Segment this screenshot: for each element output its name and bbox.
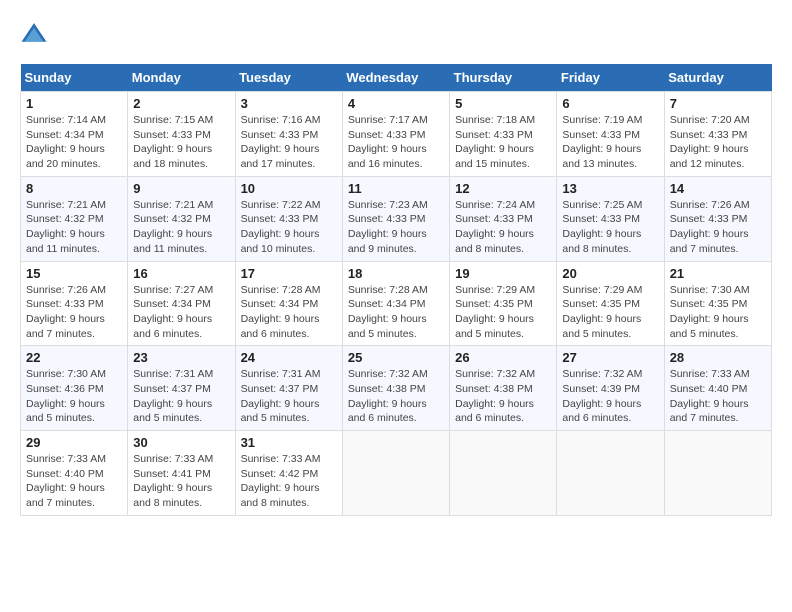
calendar-week-4: 29Sunrise: 7:33 AMSunset: 4:40 PMDayligh… — [21, 431, 772, 516]
table-row: 21Sunrise: 7:30 AMSunset: 4:35 PMDayligh… — [664, 261, 771, 346]
table-row: 19Sunrise: 7:29 AMSunset: 4:35 PMDayligh… — [450, 261, 557, 346]
col-header-thursday: Thursday — [450, 64, 557, 92]
table-row: 18Sunrise: 7:28 AMSunset: 4:34 PMDayligh… — [342, 261, 449, 346]
table-row: 4Sunrise: 7:17 AMSunset: 4:33 PMDaylight… — [342, 92, 449, 177]
table-row: 6Sunrise: 7:19 AMSunset: 4:33 PMDaylight… — [557, 92, 664, 177]
table-row: 16Sunrise: 7:27 AMSunset: 4:34 PMDayligh… — [128, 261, 235, 346]
table-row: 31Sunrise: 7:33 AMSunset: 4:42 PMDayligh… — [235, 431, 342, 516]
table-row: 1Sunrise: 7:14 AMSunset: 4:34 PMDaylight… — [21, 92, 128, 177]
calendar-week-3: 22Sunrise: 7:30 AMSunset: 4:36 PMDayligh… — [21, 346, 772, 431]
col-header-friday: Friday — [557, 64, 664, 92]
table-row: 27Sunrise: 7:32 AMSunset: 4:39 PMDayligh… — [557, 346, 664, 431]
table-row: 11Sunrise: 7:23 AMSunset: 4:33 PMDayligh… — [342, 176, 449, 261]
table-row — [557, 431, 664, 516]
calendar-header-row: SundayMondayTuesdayWednesdayThursdayFrid… — [21, 64, 772, 92]
table-row: 13Sunrise: 7:25 AMSunset: 4:33 PMDayligh… — [557, 176, 664, 261]
table-row: 24Sunrise: 7:31 AMSunset: 4:37 PMDayligh… — [235, 346, 342, 431]
table-row: 29Sunrise: 7:33 AMSunset: 4:40 PMDayligh… — [21, 431, 128, 516]
col-header-saturday: Saturday — [664, 64, 771, 92]
calendar-table: SundayMondayTuesdayWednesdayThursdayFrid… — [20, 64, 772, 516]
table-row: 25Sunrise: 7:32 AMSunset: 4:38 PMDayligh… — [342, 346, 449, 431]
col-header-wednesday: Wednesday — [342, 64, 449, 92]
table-row: 22Sunrise: 7:30 AMSunset: 4:36 PMDayligh… — [21, 346, 128, 431]
table-row: 23Sunrise: 7:31 AMSunset: 4:37 PMDayligh… — [128, 346, 235, 431]
table-row: 2Sunrise: 7:15 AMSunset: 4:33 PMDaylight… — [128, 92, 235, 177]
table-row: 8Sunrise: 7:21 AMSunset: 4:32 PMDaylight… — [21, 176, 128, 261]
table-row: 3Sunrise: 7:16 AMSunset: 4:33 PMDaylight… — [235, 92, 342, 177]
table-row: 30Sunrise: 7:33 AMSunset: 4:41 PMDayligh… — [128, 431, 235, 516]
calendar-week-1: 8Sunrise: 7:21 AMSunset: 4:32 PMDaylight… — [21, 176, 772, 261]
table-row — [342, 431, 449, 516]
page-header — [20, 20, 772, 48]
table-row: 7Sunrise: 7:20 AMSunset: 4:33 PMDaylight… — [664, 92, 771, 177]
table-row: 12Sunrise: 7:24 AMSunset: 4:33 PMDayligh… — [450, 176, 557, 261]
table-row — [664, 431, 771, 516]
table-row: 20Sunrise: 7:29 AMSunset: 4:35 PMDayligh… — [557, 261, 664, 346]
calendar-week-2: 15Sunrise: 7:26 AMSunset: 4:33 PMDayligh… — [21, 261, 772, 346]
table-row: 14Sunrise: 7:26 AMSunset: 4:33 PMDayligh… — [664, 176, 771, 261]
col-header-sunday: Sunday — [21, 64, 128, 92]
table-row — [450, 431, 557, 516]
col-header-monday: Monday — [128, 64, 235, 92]
logo — [20, 20, 52, 48]
table-row: 17Sunrise: 7:28 AMSunset: 4:34 PMDayligh… — [235, 261, 342, 346]
col-header-tuesday: Tuesday — [235, 64, 342, 92]
calendar-week-0: 1Sunrise: 7:14 AMSunset: 4:34 PMDaylight… — [21, 92, 772, 177]
table-row: 26Sunrise: 7:32 AMSunset: 4:38 PMDayligh… — [450, 346, 557, 431]
table-row: 28Sunrise: 7:33 AMSunset: 4:40 PMDayligh… — [664, 346, 771, 431]
logo-icon — [20, 20, 48, 48]
table-row: 5Sunrise: 7:18 AMSunset: 4:33 PMDaylight… — [450, 92, 557, 177]
table-row: 10Sunrise: 7:22 AMSunset: 4:33 PMDayligh… — [235, 176, 342, 261]
table-row: 15Sunrise: 7:26 AMSunset: 4:33 PMDayligh… — [21, 261, 128, 346]
table-row: 9Sunrise: 7:21 AMSunset: 4:32 PMDaylight… — [128, 176, 235, 261]
